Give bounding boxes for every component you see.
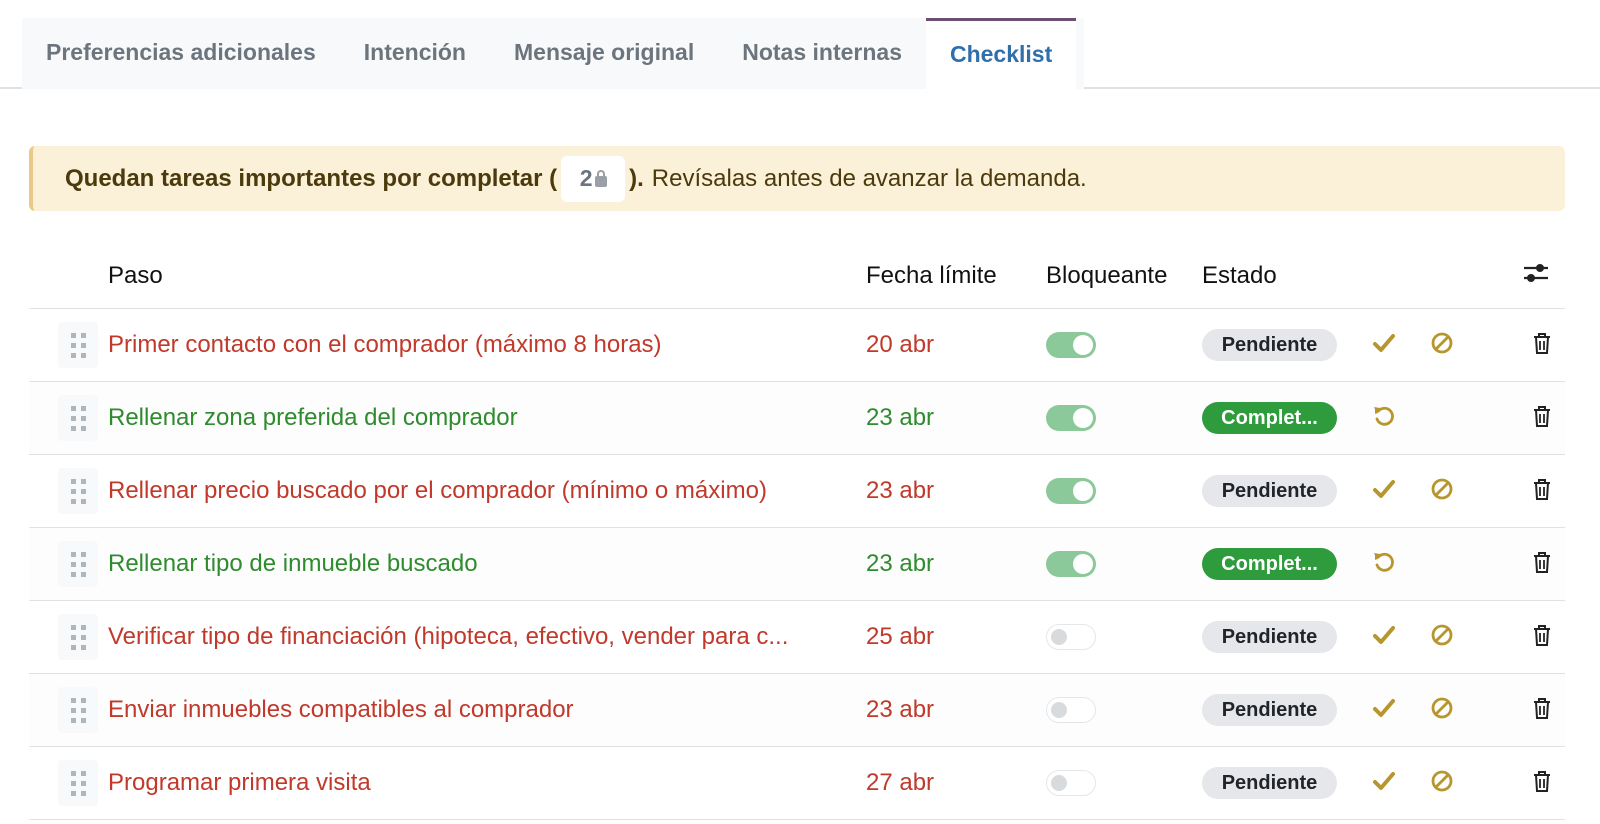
drag-handle[interactable]: [57, 455, 99, 527]
due-date: 23 abr: [866, 696, 935, 723]
status-label: Pendiente: [1202, 329, 1337, 361]
undo-icon[interactable]: [1372, 550, 1396, 579]
due-date: 23 abr: [866, 404, 935, 431]
table-row: Primer contacto con el comprador (máximo…: [29, 309, 1565, 382]
alert-bold-text: Quedan tareas importantes por completar …: [65, 164, 558, 192]
due-date: 23 abr: [866, 550, 935, 577]
table-row: Rellenar tipo de inmueble buscado 23 abr…: [29, 528, 1565, 601]
header-blocking: Bloqueante: [1046, 262, 1168, 289]
table-header: Paso Fecha límite Bloqueante Estado: [29, 240, 1565, 309]
alert-close-paren: ).: [629, 164, 644, 192]
drag-handle-icon[interactable]: [58, 687, 98, 733]
drag-handle-icon[interactable]: [58, 614, 98, 660]
trash-icon[interactable]: [1531, 404, 1553, 433]
drag-handle[interactable]: [57, 674, 99, 746]
tab-intencion[interactable]: Intención: [340, 18, 490, 87]
table-row: Enviar inmuebles compatibles al comprado…: [29, 674, 1565, 747]
status-badge: Pendiente: [1202, 455, 1337, 527]
step-name[interactable]: Rellenar zona preferida del comprador: [108, 382, 838, 454]
trash-icon[interactable]: [1531, 623, 1553, 652]
step-name[interactable]: Programar primera visita: [108, 747, 838, 819]
due-date: 27 abr: [866, 769, 935, 796]
drag-handle[interactable]: [57, 528, 99, 600]
blocking-toggle[interactable]: [1046, 601, 1096, 673]
blocking-toggle[interactable]: [1046, 674, 1096, 746]
drag-handle-icon[interactable]: [58, 541, 98, 587]
blocking-toggle[interactable]: [1046, 309, 1096, 381]
tab-bar: Preferencias adicionales Intención Mensa…: [0, 0, 1600, 89]
undo-icon[interactable]: [1372, 404, 1396, 433]
status-label: Complet...: [1202, 402, 1337, 434]
check-icon[interactable]: [1372, 770, 1396, 797]
step-name[interactable]: Enviar inmuebles compatibles al comprado…: [108, 674, 838, 746]
sliders-icon[interactable]: [1522, 260, 1550, 293]
due-date: 25 abr: [866, 623, 935, 650]
tab-checklist[interactable]: Checklist: [925, 18, 1077, 89]
table-row: Rellenar zona preferida del comprador 23…: [29, 382, 1565, 455]
table-row: Programar primera visita 27 abr Pendient…: [29, 747, 1565, 820]
drag-handle-icon[interactable]: [58, 322, 98, 368]
drag-handle[interactable]: [57, 747, 99, 819]
table-body: Primer contacto con el comprador (máximo…: [29, 309, 1565, 820]
status-badge: Pendiente: [1202, 309, 1337, 381]
status-label: Pendiente: [1202, 621, 1337, 653]
due-date: 23 abr: [866, 477, 935, 504]
status-badge: Complet...: [1202, 382, 1337, 454]
blocking-toggle[interactable]: [1046, 455, 1096, 527]
status-badge: Pendiente: [1202, 601, 1337, 673]
drag-handle[interactable]: [57, 309, 99, 381]
header-step: Paso: [108, 262, 163, 289]
step-name[interactable]: Rellenar precio buscado por el comprador…: [108, 455, 838, 527]
ban-icon[interactable]: [1430, 769, 1454, 798]
check-icon[interactable]: [1372, 332, 1396, 359]
status-label: Pendiente: [1202, 475, 1337, 507]
drag-handle-icon[interactable]: [58, 760, 98, 806]
ban-icon[interactable]: [1430, 477, 1454, 506]
trash-icon[interactable]: [1531, 331, 1553, 360]
ban-icon[interactable]: [1430, 331, 1454, 360]
check-icon[interactable]: [1372, 697, 1396, 724]
status-label: Complet...: [1202, 548, 1337, 580]
ban-icon[interactable]: [1430, 696, 1454, 725]
due-date: 20 abr: [866, 331, 935, 358]
blocking-toggle[interactable]: [1046, 747, 1096, 819]
drag-handle-icon[interactable]: [58, 468, 98, 514]
drag-handle[interactable]: [57, 601, 99, 673]
checklist-table: Paso Fecha límite Bloqueante Estado Prim…: [29, 240, 1565, 820]
blocking-toggle[interactable]: [1046, 382, 1096, 454]
status-badge: Complet...: [1202, 528, 1337, 600]
check-icon[interactable]: [1372, 624, 1396, 651]
trash-icon[interactable]: [1531, 696, 1553, 725]
ban-icon[interactable]: [1430, 623, 1454, 652]
step-name[interactable]: Verificar tipo de financiación (hipoteca…: [108, 601, 838, 673]
status-badge: Pendiente: [1202, 674, 1337, 746]
drag-handle[interactable]: [57, 382, 99, 454]
pending-count: 2: [579, 165, 593, 191]
blocking-toggle[interactable]: [1046, 528, 1096, 600]
step-name[interactable]: Rellenar tipo de inmueble buscado: [108, 528, 838, 600]
check-icon[interactable]: [1372, 478, 1396, 505]
status-label: Pendiente: [1202, 694, 1337, 726]
trash-icon[interactable]: [1531, 477, 1553, 506]
tab-mensaje-original[interactable]: Mensaje original: [490, 18, 718, 87]
trash-icon[interactable]: [1531, 769, 1553, 798]
warning-alert: Quedan tareas importantes por completar …: [29, 146, 1565, 211]
table-row: Verificar tipo de financiación (hipoteca…: [29, 601, 1565, 674]
trash-icon[interactable]: [1531, 550, 1553, 579]
lock-icon: [594, 170, 607, 187]
table-row: Rellenar precio buscado por el comprador…: [29, 455, 1565, 528]
tab-notas-internas[interactable]: Notas internas: [718, 18, 926, 87]
header-status: Estado: [1202, 262, 1277, 289]
pending-count-badge: 2: [561, 155, 626, 202]
drag-handle-icon[interactable]: [58, 395, 98, 441]
status-badge: Pendiente: [1202, 747, 1337, 819]
step-name[interactable]: Primer contacto con el comprador (máximo…: [108, 309, 838, 381]
tab-preferencias-adicionales[interactable]: Preferencias adicionales: [22, 18, 340, 87]
tabs: Preferencias adicionales Intención Mensa…: [22, 18, 1084, 89]
alert-message: Revísalas antes de avanzar la demanda.: [651, 164, 1087, 192]
header-due-date: Fecha límite: [866, 262, 997, 289]
status-label: Pendiente: [1202, 767, 1337, 799]
